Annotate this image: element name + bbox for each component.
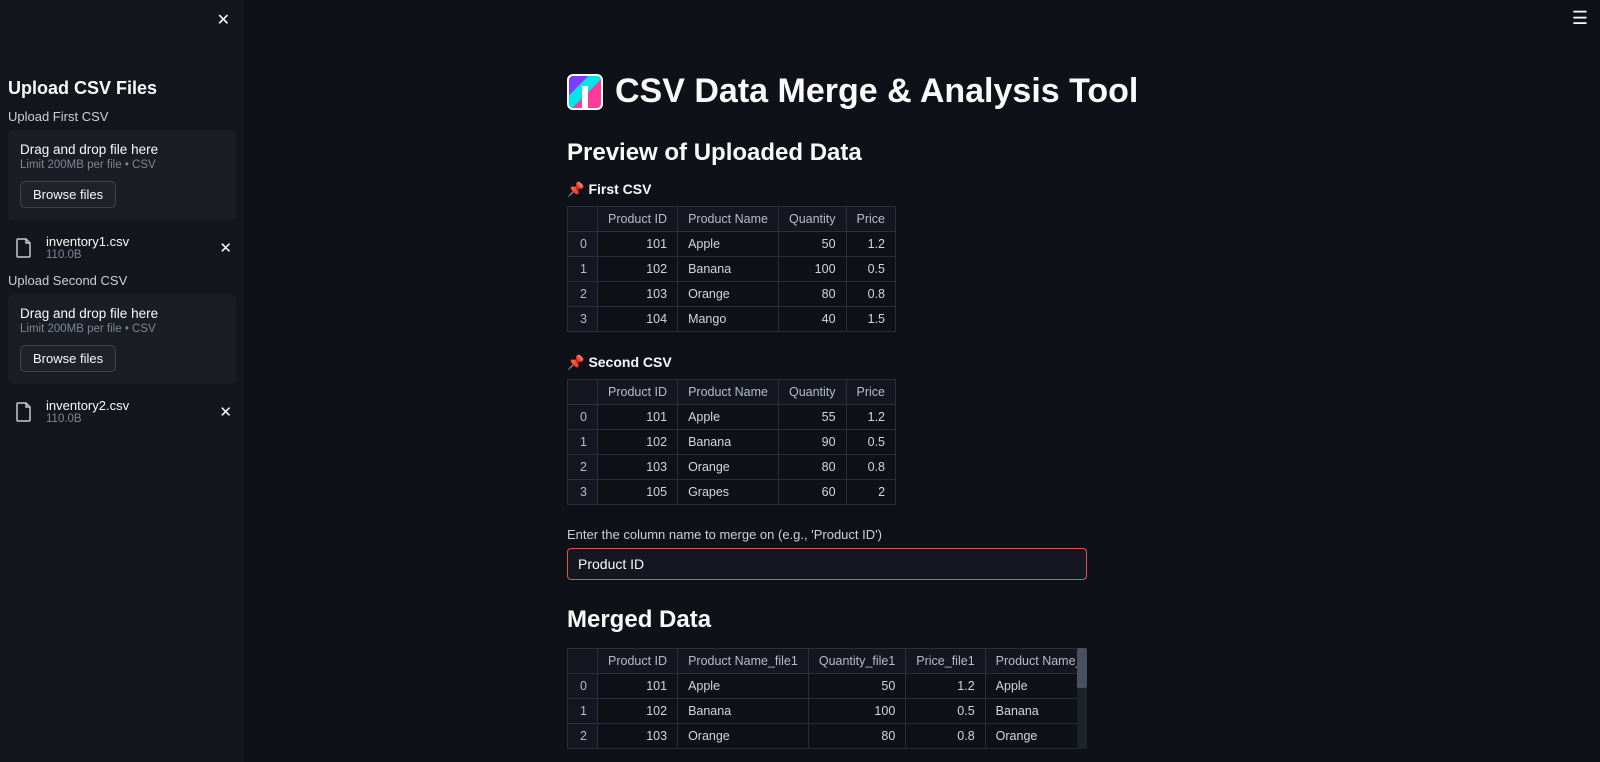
browse-files-button-1[interactable]: Browse files [20,181,116,208]
table-row: 2103Orange800.8 [568,455,896,480]
file-icon [12,236,36,260]
table-row: 1102Banana900.5 [568,430,896,455]
dropzone-title: Drag and drop file here [20,142,224,157]
first-csv-table: Product IDProduct NameQuantityPrice0101A… [567,206,896,332]
merge-column-input[interactable] [567,548,1087,580]
file-size: 110.0B [46,249,209,261]
file-size: 110.0B [46,413,209,425]
table-row: 0101Apple551.2 [568,405,896,430]
second-csv-table: Product IDProduct NameQuantityPrice0101A… [567,379,896,505]
table-row: 2103Orange800.8 [568,282,896,307]
table-row: 1102Banana1000.5Banana90 [568,699,1078,724]
first-csv-label: 📌First CSV [567,181,1287,198]
pin-icon: 📌 [567,181,584,197]
close-sidebar-button[interactable]: ✕ [217,10,230,30]
menu-icon[interactable]: ☰ [1572,8,1588,29]
file-name: inventory1.csv [46,234,209,249]
dropzone-title: Drag and drop file here [20,306,224,321]
table-row: 0101Apple501.2Apple55 [568,674,1078,699]
browse-files-button-2[interactable]: Browse files [20,345,116,372]
remove-file-2-button[interactable]: ✕ [219,403,232,421]
uploaded-file-2: inventory2.csv 110.0B ✕ [8,392,236,437]
upload-first-label: Upload First CSV [8,109,236,124]
table-row: 3105Grapes602 [568,480,896,505]
main-area: ☰ CSV Data Merge & Analysis Tool Preview… [244,0,1600,762]
table-row: 3104Mango401.5 [568,307,896,332]
scrollbar-vertical[interactable] [1077,648,1087,749]
merged-table: Product IDProduct Name_file1Quantity_fil… [567,648,1077,749]
table-row: 0101Apple501.2 [568,232,896,257]
page-title: CSV Data Merge & Analysis Tool [615,72,1138,111]
dropzone-second[interactable]: Drag and drop file here Limit 200MB per … [8,294,236,384]
app-logo-icon [567,74,603,110]
remove-file-1-button[interactable]: ✕ [219,239,232,257]
table-row: 2103Orange800.8Orange80 [568,724,1078,749]
dropzone-subtext: Limit 200MB per file • CSV [20,159,224,171]
uploaded-file-1: inventory1.csv 110.0B ✕ [8,228,236,273]
merge-column-label: Enter the column name to merge on (e.g.,… [567,527,1287,542]
pin-icon: 📌 [567,354,584,370]
sidebar-heading: Upload CSV Files [8,78,236,99]
upload-second-label: Upload Second CSV [8,273,236,288]
file-icon [12,400,36,424]
sidebar: ✕ Upload CSV Files Upload First CSV Drag… [0,0,244,762]
dropzone-subtext: Limit 200MB per file • CSV [20,323,224,335]
dropzone-first[interactable]: Drag and drop file here Limit 200MB per … [8,130,236,220]
preview-heading: Preview of Uploaded Data [567,139,1287,167]
merged-heading: Merged Data [567,606,1287,634]
file-name: inventory2.csv [46,398,209,413]
table-row: 1102Banana1000.5 [568,257,896,282]
second-csv-label: 📌Second CSV [567,354,1287,371]
